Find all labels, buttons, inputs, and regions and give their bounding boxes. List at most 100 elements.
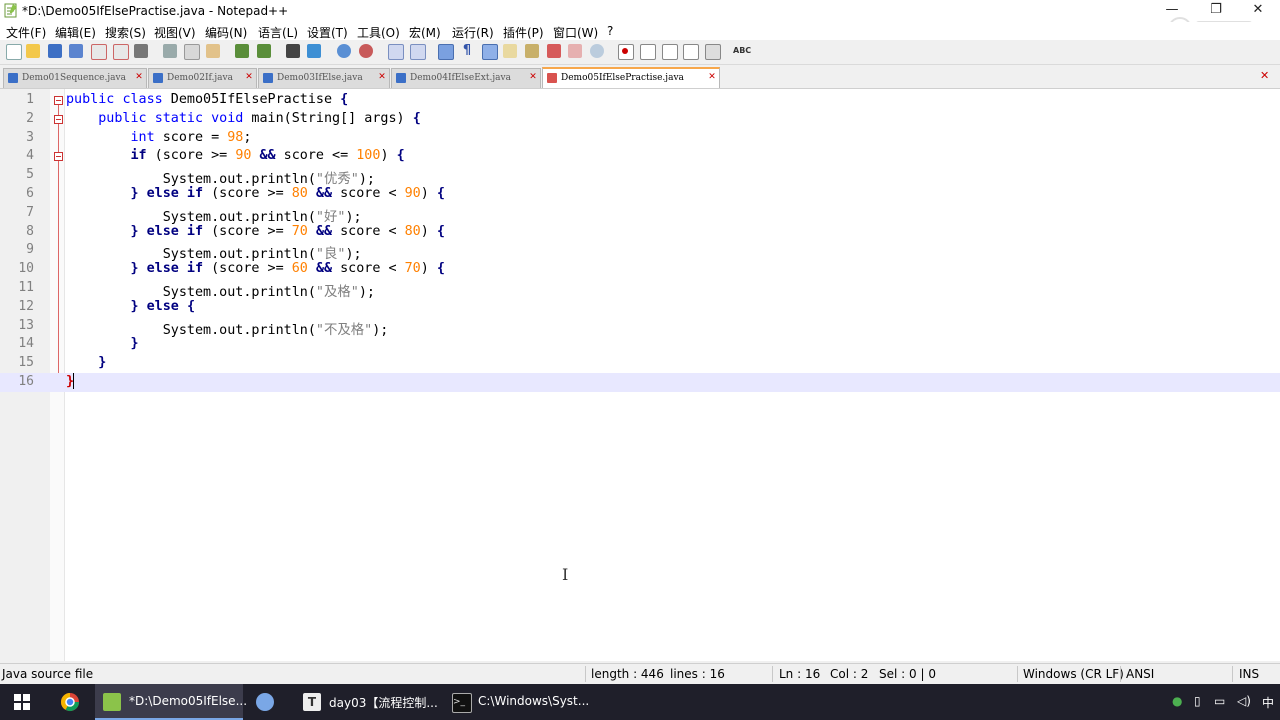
document-map-icon[interactable] [525,44,539,58]
menu-tools[interactable]: 工具(O) [357,24,400,41]
indent-guide-icon[interactable] [482,44,498,60]
print-icon[interactable] [134,44,148,58]
user-language-icon[interactable] [503,44,517,58]
status-sel: Sel : 0 | 0 [879,667,936,681]
tab-close-icon[interactable]: ✕ [707,72,717,82]
copy-icon[interactable] [184,44,200,60]
save-icon[interactable] [48,44,62,58]
java-file-icon [153,73,163,83]
status-ln: Ln : 16 [779,667,821,681]
function-list-icon[interactable] [547,44,561,58]
code-line: 14 } [18,336,139,352]
paste-icon[interactable] [206,44,220,58]
code-text: } else if (score >= 70 && score < 80) { [130,223,445,239]
status-bar: Java source file length : 446 lines : 16… [0,663,1280,684]
taskbar-item-console[interactable]: >_ C:\Windows\Syst... [444,684,592,720]
taskbar-item-typora[interactable]: T day03【流程控制... [295,684,441,720]
code-line: 13 System.out.println("不及格"); [18,317,389,338]
tab-demo01[interactable]: Demo01Sequence.java ✕ [3,68,147,88]
status-insert-mode: INS [1239,667,1260,681]
tab-demo03[interactable]: Demo03IfElse.java ✕ [258,68,390,88]
menu-macro[interactable]: 宏(M) [409,24,441,41]
chrome-icon[interactable] [60,692,80,712]
code-line: 10 } else if (score >= 60 && score < 70)… [18,261,445,277]
title-bar: *D:\Demo05IfElsePractise.java - Notepad+… [0,0,1280,22]
new-file-icon[interactable] [6,44,22,60]
cut-icon[interactable] [163,44,177,58]
menu-search[interactable]: 搜索(S) [105,24,146,41]
close-all-icon[interactable] [113,44,129,60]
zoom-in-icon[interactable] [337,44,351,58]
code-line: 4 if (score >= 90 && score <= 100) { [26,148,405,164]
tab-close-icon[interactable]: ✕ [244,72,254,82]
tab-demo05[interactable]: Demo05IfElsePractise.java ✕ [542,67,720,90]
menu-view[interactable]: 视图(V) [154,24,196,41]
code-text: public static void main(String[] args) { [98,110,421,126]
code-text: } [130,336,139,352]
redo-icon[interactable] [257,44,271,58]
folder-workspace-icon[interactable] [568,44,582,58]
menu-window[interactable]: 窗口(W) [553,24,598,41]
menu-encoding[interactable]: 编码(N) [205,24,247,41]
open-file-icon[interactable] [26,44,40,58]
volume-icon[interactable]: ◁) [1237,694,1251,708]
code-line: 8 } else if (score >= 70 && score < 80) … [26,223,445,239]
zoom-out-icon[interactable] [359,44,373,58]
battery-icon[interactable]: ▯ [1194,694,1201,708]
tab-demo02[interactable]: Demo02If.java ✕ [148,68,257,88]
undo-icon[interactable] [235,44,249,58]
java-file-icon [396,73,406,83]
menu-bar: 文件(F) 编辑(E) 搜索(S) 视图(V) 编码(N) 语言(L) 设置(T… [0,22,1280,40]
tab-close-icon[interactable]: ✕ [134,72,144,82]
record-macro-icon[interactable] [618,44,634,60]
taskbar-item-paint[interactable] [248,684,288,720]
replace-icon[interactable] [307,44,321,58]
network-icon[interactable]: ▭ [1214,694,1225,708]
save-all-icon[interactable] [69,44,83,58]
ime-indicator[interactable]: 中 [1262,694,1274,711]
stop-macro-icon[interactable] [640,44,656,60]
show-all-chars-icon[interactable]: ¶ [460,44,474,58]
java-file-icon [8,73,18,83]
sync-horizontal-icon[interactable] [410,44,426,60]
status-filetype: Java source file [2,667,94,681]
menu-language[interactable]: 语言(L) [258,24,298,41]
menu-plugins[interactable]: 插件(P) [503,24,544,41]
code-line: 3 int score = 98; [26,129,252,145]
monitoring-icon[interactable] [590,44,604,58]
toolbar: ¶ ABC [0,40,1280,65]
word-wrap-icon[interactable] [438,44,454,60]
menu-help[interactable]: ? [607,24,613,38]
code-line: 9 System.out.println("良"); [26,242,362,263]
tab-bar: Demo01Sequence.java ✕ Demo02If.java ✕ De… [0,66,1280,90]
close-document-icon[interactable]: ✕ [1260,69,1269,82]
code-text: } else { [130,298,196,314]
tab-close-icon[interactable]: ✕ [377,72,387,82]
status-separator [1232,666,1233,682]
close-file-icon[interactable] [91,44,107,60]
status-separator [1017,666,1018,682]
find-icon[interactable] [286,44,300,58]
code-editor[interactable]: 1 public class Demo05IfElsePractise { 2 p… [0,88,1280,661]
status-encoding: ANSI [1126,667,1155,681]
status-length: length : 446 [591,667,664,681]
save-macro-icon[interactable] [705,44,721,60]
tab-demo04[interactable]: Demo04IfElseExt.java ✕ [391,68,541,88]
code-text: } [98,355,107,371]
notepad-plus-plus-icon [4,3,17,18]
spell-check-icon[interactable]: ABC [733,44,753,58]
status-lines: lines : 16 [670,667,725,681]
tab-close-icon[interactable]: ✕ [528,72,538,82]
menu-edit[interactable]: 编辑(E) [55,24,96,41]
sync-vertical-icon[interactable] [388,44,404,60]
taskbar-item-notepad[interactable]: *D:\Demo05IfElse... [95,684,247,720]
menu-run[interactable]: 运行(R) [452,24,494,41]
menu-file[interactable]: 文件(F) [6,24,46,41]
java-file-icon [263,73,273,83]
run-macro-multiple-icon[interactable] [683,44,699,60]
tray-app-icon[interactable]: ● [1172,694,1182,708]
windows-start-icon[interactable] [14,694,30,710]
menu-settings[interactable]: 设置(T) [307,24,348,41]
play-macro-icon[interactable] [662,44,678,60]
text-caret [73,373,74,389]
